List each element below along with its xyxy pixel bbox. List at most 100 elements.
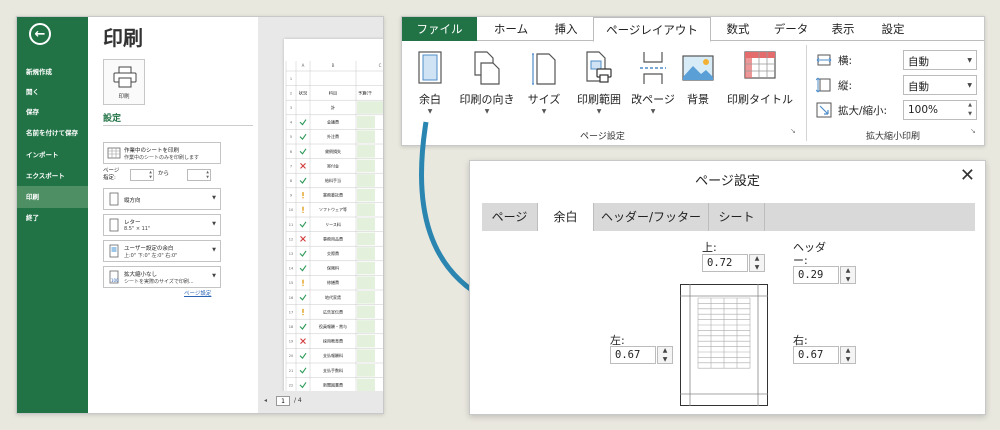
scale-width-select[interactable]: 自動 ▼ <box>903 50 977 70</box>
spin-down-icon[interactable]: ▼ <box>841 276 855 283</box>
backstage-item-exit[interactable]: 終了 <box>17 208 88 228</box>
spin-down-icon[interactable]: ▼ <box>968 111 972 117</box>
spin-up-icon[interactable]: ▲ <box>841 347 855 354</box>
scale-icon <box>816 102 832 118</box>
scale-launcher-icon[interactable]: ↘ <box>970 127 976 135</box>
print-what-dropdown[interactable]: 作業中のシートを印刷 作業中のシートのみを印刷します <box>103 142 221 164</box>
warning-icon <box>302 206 304 211</box>
page-size-icon <box>532 53 556 85</box>
row-number: 8 <box>290 179 292 183</box>
pages-label-line1: ページ <box>103 168 120 174</box>
tab-page-layout[interactable]: ページレイアウト <box>593 17 711 42</box>
column-letter: C <box>379 63 382 68</box>
check-icon <box>299 148 307 155</box>
scaling-dropdown[interactable]: 100 拡大縮小なし シートを実際のサイズで印刷... ▼ <box>103 266 221 288</box>
spin-up-icon[interactable]: ▲ <box>658 347 672 354</box>
header-margin-spinner[interactable]: ▲ ▼ <box>840 266 856 284</box>
left-margin-input[interactable]: 0.67 ▲ ▼ <box>610 346 673 364</box>
print-button[interactable]: 印刷 <box>103 59 145 105</box>
print-what-description: 作業中のシートのみを印刷します <box>124 155 200 161</box>
spin-up-icon[interactable]: ▲ <box>750 255 764 262</box>
spin-up-icon[interactable]: ▲ <box>841 267 855 274</box>
margins-dropdown[interactable]: ユーザー設定の余白 上:0" 下:0" 左:0" 右:0" ▼ <box>103 240 221 262</box>
check-icon <box>299 250 307 257</box>
spin-down-icon[interactable]: ▼ <box>658 356 672 363</box>
left-margin-spinner[interactable]: ▲ ▼ <box>657 346 673 364</box>
print-titles-icon <box>744 51 776 79</box>
cross-icon <box>300 163 306 169</box>
right-margin-input[interactable]: 0.67 ▲ ▼ <box>793 346 856 364</box>
row-number: 21 <box>289 369 293 373</box>
total-value-cell <box>357 101 383 114</box>
scale-percent-spinner[interactable]: 100% ▲ ▼ <box>903 100 977 120</box>
chevron-down-icon: ▼ <box>967 57 972 64</box>
tab-page[interactable]: ページ <box>482 203 538 231</box>
budget-bar-cell <box>357 203 375 216</box>
tab-home[interactable]: ホーム <box>481 17 541 41</box>
top-margin-spinner[interactable]: ▲ ▼ <box>749 254 765 272</box>
close-icon[interactable]: ✕ <box>960 167 975 185</box>
warning-icon <box>302 308 304 313</box>
budget-bar-cell <box>357 159 375 173</box>
backstage-item-save[interactable]: 保存 <box>17 102 88 122</box>
backstage-item-import[interactable]: インポート <box>17 145 88 165</box>
previous-page-icon[interactable]: ◂ <box>264 397 267 404</box>
page-setup-launcher-icon[interactable]: ↘ <box>790 127 796 135</box>
top-margin-input[interactable]: 0.72 ▲ ▼ <box>702 254 765 272</box>
spin-down-icon[interactable]: ▼ <box>841 356 855 363</box>
tab-file[interactable]: ファイル <box>402 17 477 41</box>
check-icon <box>299 323 307 330</box>
list-item: 寄付金 <box>327 162 339 168</box>
cross-icon <box>300 236 306 242</box>
list-item: 支払手数料 <box>323 367 343 373</box>
tab-view[interactable]: 表示 <box>820 17 866 41</box>
paper-size-dropdown[interactable]: レター 8.5" × 11" ▼ <box>103 214 221 236</box>
page-total: / 4 <box>294 397 302 404</box>
current-page-input[interactable]: 1 <box>276 396 290 406</box>
pages-from-input[interactable]: ▲ ▼ <box>130 169 154 181</box>
backstage-item-new[interactable]: 新規作成 <box>17 62 88 82</box>
backstage-item-print[interactable]: 印刷 <box>17 186 88 208</box>
backstage-item-export[interactable]: エクスポート <box>17 166 88 186</box>
cross-icon <box>300 338 306 344</box>
right-margin-spinner[interactable]: ▲ ▼ <box>840 346 856 364</box>
background-button-label: 背景 <box>687 93 709 106</box>
spin-down-icon[interactable]: ▼ <box>750 264 764 271</box>
list-item: リース料 <box>325 221 341 227</box>
list-item: 修繕費 <box>327 279 339 285</box>
chevron-down-icon: ▼ <box>541 108 547 115</box>
scale-group-label: 拡大縮小印刷 <box>866 132 921 142</box>
row-number: 14 <box>289 267 294 271</box>
scale-width-label: 横: <box>838 55 853 67</box>
tab-formulas[interactable]: 数式 <box>715 17 761 41</box>
orientation-dropdown[interactable]: 縦方向 ▼ <box>103 188 221 210</box>
row-number: 17 <box>289 310 293 314</box>
preview-navigation: ◂ 1 / 4 <box>258 391 383 413</box>
tab-header-footer[interactable]: ヘッダー/フッター <box>594 203 709 231</box>
back-arrow-icon[interactable]: ← <box>29 23 51 45</box>
dialog-tab-row: ページ 余白 ヘッダー/フッター シート <box>482 203 975 231</box>
budget-bar-cell <box>357 291 375 304</box>
scale-height-select[interactable]: 自動 ▼ <box>903 75 977 95</box>
tab-insert[interactable]: 挿入 <box>543 17 589 41</box>
row-number: 9 <box>290 194 292 198</box>
spin-up-icon[interactable]: ▲ <box>968 102 972 108</box>
tab-sheet[interactable]: シート <box>709 203 765 231</box>
pages-range-row: ページ 指定: ▲ ▼ から ▲ ▼ <box>103 168 233 184</box>
backstage-item-open[interactable]: 開く <box>17 82 88 102</box>
portrait-page-icon <box>109 192 119 206</box>
row-number: 18 <box>289 325 293 329</box>
header-margin-input[interactable]: 0.29 ▲ ▼ <box>793 266 856 284</box>
width-icon <box>816 54 832 66</box>
page-break-icon <box>640 52 666 84</box>
list-item: 広告宣伝費 <box>323 308 343 314</box>
pages-to-input[interactable]: ▲ ▼ <box>187 169 211 181</box>
row-number: 7 <box>290 164 292 168</box>
page-setup-link[interactable]: ページ設定 <box>184 289 211 297</box>
tab-data[interactable]: データ <box>765 17 817 41</box>
tab-settings[interactable]: 設定 <box>870 17 916 41</box>
backstage-item-save-as[interactable]: 名前を付けて保存 <box>17 123 88 143</box>
tab-margins[interactable]: 余白 <box>538 203 594 231</box>
chevron-down-icon: ▼ <box>484 108 490 115</box>
column-letter: A <box>302 63 305 68</box>
